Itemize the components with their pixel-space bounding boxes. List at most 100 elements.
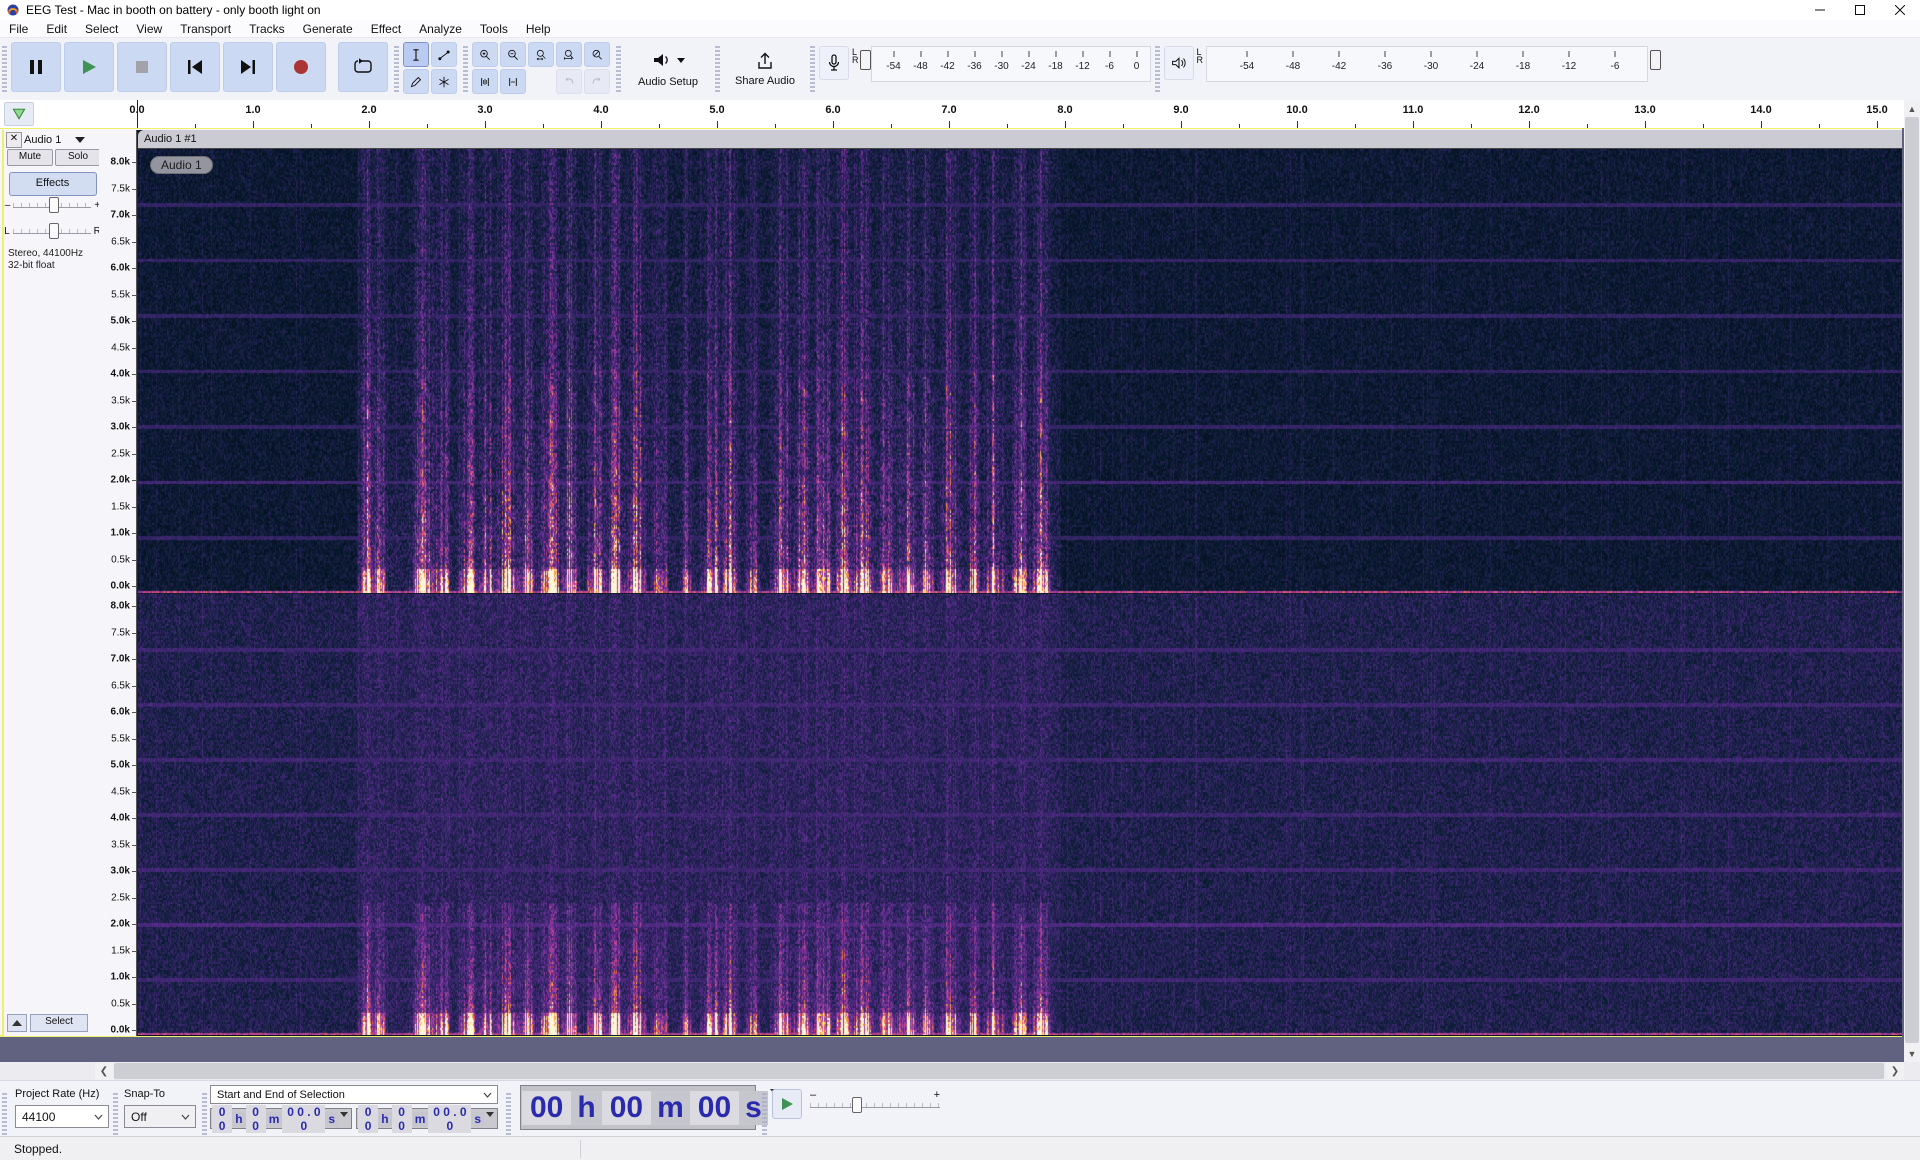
maximize-button[interactable] <box>1840 0 1880 20</box>
fit-project-button[interactable] <box>556 42 582 67</box>
menu-item-help[interactable]: Help <box>517 21 560 37</box>
speed-slider-thumb[interactable] <box>852 1097 862 1113</box>
track-name[interactable]: Audio 1 <box>24 134 61 146</box>
output-level-slider-handle[interactable] <box>1650 50 1661 70</box>
menu-item-select[interactable]: Select <box>76 21 127 37</box>
track-select-button[interactable]: Select <box>30 1014 88 1032</box>
scroll-right-arrow[interactable]: ❯ <box>1886 1062 1904 1080</box>
skip-to-start-button[interactable] <box>170 42 220 92</box>
snap-to-combobox[interactable]: Off <box>124 1105 196 1128</box>
menu-item-effect[interactable]: Effect <box>362 21 410 37</box>
loop-region-button[interactable] <box>4 102 34 126</box>
scroll-left-arrow[interactable]: ❮ <box>95 1062 113 1080</box>
microphone-icon[interactable] <box>819 46 849 80</box>
project-rate-combobox[interactable]: 44100 <box>15 1105 109 1128</box>
menu-item-transport[interactable]: Transport <box>171 21 240 37</box>
toolbar-grip[interactable] <box>2 46 7 92</box>
audio-position-display[interactable]: 00h00m00s <box>520 1085 756 1130</box>
track-area[interactable]: ✕ Audio 1 Mute Solo Effects – + L <box>0 128 1904 1062</box>
solo-button[interactable]: Solo <box>55 149 101 166</box>
timeline-ruler[interactable]: 0.01.02.03.04.05.06.07.08.09.010.011.012… <box>0 100 1904 129</box>
stop-button[interactable] <box>117 42 167 92</box>
trim-audio-button[interactable] <box>472 69 498 94</box>
audio-clip[interactable]: Audio 1 #1 Audio 1 <box>137 130 1902 1036</box>
clip-header[interactable]: Audio 1 #1 <box>138 130 1902 149</box>
meter-scale-value: 0 <box>1134 61 1140 72</box>
chevron-down-icon[interactable] <box>486 1112 494 1117</box>
pan-slider-thumb[interactable] <box>49 223 59 239</box>
loop-button[interactable] <box>338 42 388 92</box>
toolbar-grip[interactable] <box>2 1093 7 1137</box>
zoom-in-button[interactable] <box>472 42 498 67</box>
toolbar-grip[interactable] <box>616 46 621 92</box>
selection-mode-dropdown[interactable]: Start and End of Selection <box>210 1085 498 1104</box>
toolbar-grip[interactable] <box>1155 46 1160 92</box>
fit-selection-button[interactable] <box>528 42 554 67</box>
play-button[interactable] <box>64 42 114 92</box>
zoom-toggle-button[interactable] <box>584 42 610 67</box>
silence-audio-button[interactable] <box>500 69 526 94</box>
track-name-badge[interactable]: Audio 1 <box>150 156 213 174</box>
gain-slider[interactable] <box>13 203 91 208</box>
minimize-button[interactable] <box>1800 0 1840 20</box>
effects-button[interactable]: Effects <box>9 172 97 196</box>
menu-item-edit[interactable]: Edit <box>37 21 76 37</box>
toolbar-grip[interactable] <box>506 1093 511 1137</box>
toolbar-grip[interactable] <box>113 1093 118 1137</box>
vertical-scroll-thumb[interactable] <box>1905 117 1919 1043</box>
toolbar-grip[interactable] <box>202 1093 207 1137</box>
menu-item-file[interactable]: File <box>0 21 37 37</box>
play-at-speed-button[interactable] <box>772 1089 802 1119</box>
frequency-ruler[interactable]: 8.0k7.5k7.0k6.5k6.0k5.5k5.0k4.5k4.0k3.5k… <box>99 130 137 1036</box>
audio-setup-button[interactable]: Audio Setup <box>625 42 711 96</box>
play-meter-scale[interactable]: -54-48-42-36-30-24-18-12-6 <box>1206 46 1648 82</box>
pan-slider[interactable] <box>13 229 91 234</box>
chevron-down-icon[interactable] <box>340 1112 348 1117</box>
record-meter-scale[interactable]: -54-48-42-36-30-24-18-12-60 <box>871 46 1151 82</box>
horizontal-scrollbar[interactable]: ❮ ❯ <box>0 1062 1920 1080</box>
track-close-button[interactable]: ✕ <box>6 132 22 148</box>
multi-tool-button[interactable] <box>431 69 457 94</box>
zoom-out-button[interactable] <box>500 42 526 67</box>
speaker-meter-icon[interactable] <box>1164 46 1194 80</box>
selection-start-field[interactable]: 0 0h0 0m0 0 . 0 0s <box>210 1108 352 1129</box>
share-audio-button[interactable]: Share Audio <box>724 42 806 96</box>
recording-meter-toolbar[interactable]: L R -54-48-42-36-30-24-18-12-60 <box>819 46 1151 82</box>
toolbar-grip[interactable] <box>715 46 720 92</box>
spectrogram-left-channel[interactable] <box>138 149 1902 593</box>
toolbar-grip[interactable] <box>394 46 399 92</box>
playback-meter-toolbar[interactable]: L R -54-48-42-36-30-24-18-12-6 <box>1164 46 1662 82</box>
track-menu-chevron-icon[interactable] <box>75 137 85 143</box>
menu-item-tracks[interactable]: Tracks <box>240 21 294 37</box>
selection-tool-button[interactable] <box>403 42 429 67</box>
gain-slider-thumb[interactable] <box>49 197 59 213</box>
scroll-up-arrow[interactable]: ▲ <box>1904 100 1920 117</box>
selection-end-field[interactable]: 0 0h0 0m0 0 . 0 0s <box>356 1108 498 1129</box>
record-button[interactable] <box>276 42 326 92</box>
toolbar-grip[interactable] <box>762 1093 767 1137</box>
skip-to-end-button[interactable] <box>223 42 273 92</box>
spectrogram-right-channel[interactable] <box>138 594 1902 1035</box>
freq-tick <box>132 242 136 243</box>
chevron-down-icon <box>483 1092 492 1098</box>
undo-button[interactable] <box>556 69 582 94</box>
toolbar-grip[interactable] <box>810 46 815 92</box>
window-title: EEG Test - Mac in booth on battery - onl… <box>26 3 321 17</box>
mute-button[interactable]: Mute <box>7 149 53 166</box>
toolbar-grip[interactable] <box>463 46 468 92</box>
horizontal-scroll-thumb[interactable] <box>114 1063 1884 1079</box>
input-level-slider-handle[interactable] <box>860 50 871 70</box>
draw-tool-button[interactable] <box>403 69 429 94</box>
menu-item-analyze[interactable]: Analyze <box>410 21 471 37</box>
track-collapse-button[interactable] <box>7 1014 27 1032</box>
close-button[interactable] <box>1880 0 1920 20</box>
vertical-scrollbar[interactable]: ▲ ▼ <box>1904 100 1920 1062</box>
redo-button[interactable] <box>584 69 610 94</box>
pause-button[interactable] <box>11 42 61 92</box>
scroll-down-arrow[interactable]: ▼ <box>1904 1045 1920 1062</box>
menu-item-view[interactable]: View <box>127 21 171 37</box>
envelope-tool-button[interactable] <box>431 42 457 67</box>
menu-item-tools[interactable]: Tools <box>471 21 517 37</box>
playback-speed-slider[interactable]: –+ <box>810 1091 940 1108</box>
menu-item-generate[interactable]: Generate <box>294 21 362 37</box>
